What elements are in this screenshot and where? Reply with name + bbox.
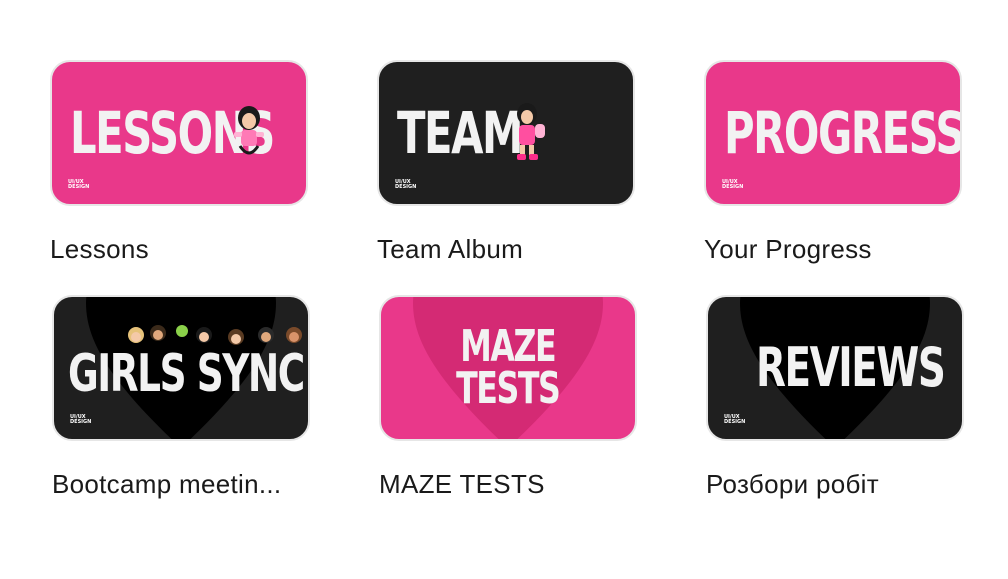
girl-sticker-icon — [234, 106, 264, 155]
thumbnail-title: PROGRESS — [724, 99, 962, 167]
album-label[interactable]: Team Album — [377, 234, 635, 265]
album-label[interactable]: MAZE TESTS — [379, 469, 637, 500]
girl-sticker-icon — [517, 103, 545, 160]
brand-logo: UI/UX DESIGN — [722, 179, 744, 190]
album-card-lessons[interactable]: LESSONS UI/UX DESIGN Lessons — [50, 60, 308, 265]
brand-logo: UI/UX DESIGN — [395, 179, 417, 190]
album-card-team[interactable]: TEAM UI/UX DESIGN Team Album — [377, 60, 635, 265]
album-thumbnail[interactable]: GIRLS SYNC UI/UX DESIGN — [52, 295, 310, 441]
album-card-bootcamp[interactable]: GIRLS SYNC UI/UX DESIGN Bootcamp meetin.… — [52, 295, 310, 500]
album-card-progress[interactable]: PROGRESS UI/UX DESIGN Your Progress — [704, 60, 962, 265]
album-label[interactable]: Bootcamp meetin... — [52, 469, 310, 500]
album-thumbnail[interactable]: PROGRESS UI/UX DESIGN — [704, 60, 962, 206]
thumbnail-title: GIRLS SYNC — [68, 343, 305, 404]
brand-logo: UI/UX DESIGN — [724, 414, 746, 425]
thumbnail-title: MAZE TESTS — [381, 321, 635, 414]
album-label[interactable]: Lessons — [50, 234, 308, 265]
thumbnail-title-line2: TESTS — [456, 363, 561, 414]
thumbnail-title: REVIEWS — [756, 336, 946, 399]
thumbnail-title: LESSONS — [70, 99, 275, 167]
album-label[interactable]: Розбори робіт — [706, 469, 964, 500]
thumbnail-title-line1: MAZE — [460, 321, 557, 372]
album-thumbnail[interactable]: REVIEWS UI/UX DESIGN — [706, 295, 964, 441]
album-card-maze-tests[interactable]: MAZE TESTS MAZE TESTS — [379, 295, 637, 500]
brand-logo: UI/UX DESIGN — [70, 414, 92, 425]
album-thumbnail[interactable]: LESSONS UI/UX DESIGN — [50, 60, 308, 206]
album-thumbnail[interactable]: MAZE TESTS — [379, 295, 637, 441]
brand-logo: UI/UX DESIGN — [68, 179, 90, 190]
album-thumbnail[interactable]: TEAM UI/UX DESIGN — [377, 60, 635, 206]
album-label[interactable]: Your Progress — [704, 234, 962, 265]
album-grid: LESSONS UI/UX DESIGN Lessons TEAM UI/UX … — [0, 0, 1008, 579]
album-card-reviews[interactable]: REVIEWS UI/UX DESIGN Розбори робіт — [706, 295, 964, 500]
